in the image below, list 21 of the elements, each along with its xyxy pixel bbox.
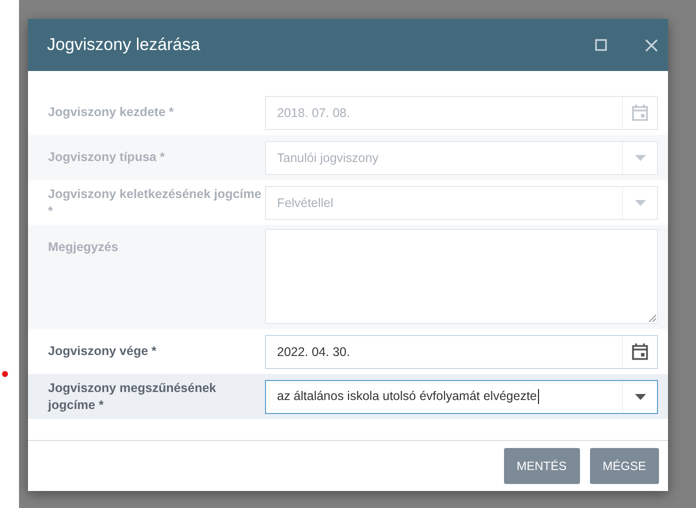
dialog-button[interactable]: MÉGSE [590, 448, 659, 484]
field-label: Megjegyzés [48, 239, 120, 256]
date-field[interactable]: 2022. 04. 30. [265, 334, 658, 368]
marker-dot [2, 371, 8, 377]
maximize-icon[interactable] [595, 39, 607, 51]
dialog-button[interactable]: MENTÉS [504, 448, 580, 484]
close-icon[interactable] [645, 38, 658, 52]
field-value: Felvétellel [276, 196, 334, 210]
field-value: az általános iskola utolsó évfolyamát elvégezte [276, 388, 540, 404]
field-label: Jogviszony keletkezésének jogcíme * [48, 186, 262, 220]
field-label: Jogviszony megszűnésének jogcíme * [48, 380, 218, 414]
field-label: Jogviszony kezdete * [48, 104, 175, 121]
field-value: 2018. 07. 08. [276, 106, 351, 120]
field-value: Tanulói jogviszony [276, 150, 380, 164]
dialog-title: Jogviszony lezárása [47, 35, 200, 55]
field-label: Jogviszony típusa * [48, 149, 166, 166]
caret-icon[interactable] [634, 394, 646, 400]
dropdown-field[interactable]: az általános iskola utolsó évfolyamát elvégezte [265, 380, 658, 414]
calendar-icon[interactable] [632, 343, 648, 360]
field-label: Jogviszony vége * [48, 343, 158, 360]
field-value: 2022. 04. 30. [276, 344, 351, 358]
